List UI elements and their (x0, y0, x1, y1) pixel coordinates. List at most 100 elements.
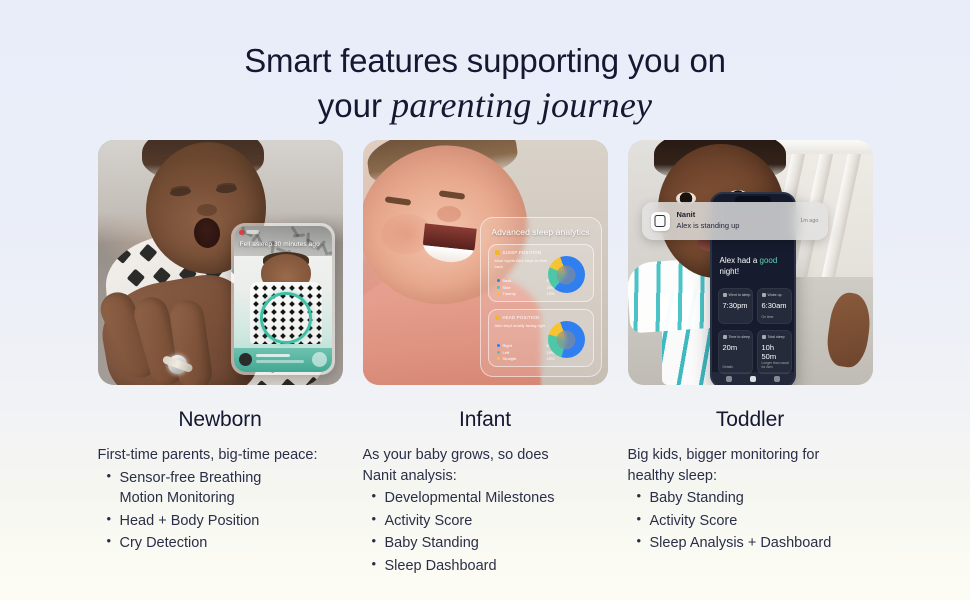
sleep-position-header: SLEEP POSITION (494, 250, 587, 255)
sleep-position-donut-chart (547, 256, 585, 293)
list-item: Activity Score (363, 510, 608, 532)
notification-body: Nanit Alex is standing up (677, 210, 740, 232)
list-item-label: Sleep Analysis + Dashboard (649, 535, 832, 552)
tile-value: 7:30pm (722, 301, 748, 310)
column-infant: Advanced sleep analytics SLEEP POSITION … (362, 140, 608, 577)
notification-app-name: Nanit (676, 210, 696, 220)
legend-swatch (496, 279, 500, 282)
column-newborn: Fell asleep 30 minutes ago Newborn First… (97, 140, 343, 576)
phone-footer-bar (233, 348, 332, 372)
sleep-analytics-panel[interactable]: Advanced sleep analytics SLEEP POSITION … (479, 217, 602, 377)
newborn-phone-overlay[interactable]: Fell asleep 30 minutes ago (230, 223, 335, 375)
column-intro-line-2: healthy sleep: (627, 467, 717, 484)
sleep-position-card[interactable]: SLEEP POSITION Most nights Alex slept on… (487, 244, 594, 302)
recording-dot-icon (238, 230, 244, 235)
list-item: Cry Detection (98, 532, 343, 554)
footer-action-button[interactable] (311, 352, 327, 367)
dashboard-tile-woke-up[interactable]: Woke up 6:30am On time (756, 288, 792, 324)
column-intro-line-1: As your baby grows, so does (362, 447, 549, 463)
feature-list-toddler: Baby Standing Activity Score Sleep Analy… (628, 487, 873, 554)
sleep-position-desc: Most nights Alex slept on their back (494, 258, 548, 269)
tile-label: Went to sleep (728, 293, 751, 297)
column-intro-line-1: Big kids, bigger monitoring for (627, 447, 820, 463)
breathing-motion-circle-icon (259, 292, 312, 344)
dashboard-tile-went-to-sleep[interactable]: Went to sleep 7:30pm (717, 288, 753, 324)
avatar (238, 353, 252, 366)
moon-icon (722, 293, 727, 297)
tab-settings-icon[interactable] (773, 376, 780, 382)
headline-line-2: your parenting journey (0, 82, 970, 128)
tile-value: 6:30am (761, 301, 787, 310)
tab-home-icon[interactable] (725, 376, 732, 382)
legend-label: Left (502, 349, 510, 355)
tile-sub: Longer than usual for Alex (761, 361, 789, 369)
legend-swatch (496, 285, 500, 289)
head-position-donut-chart (547, 321, 585, 358)
promo-page: Smart features supporting you on your pa… (0, 0, 970, 600)
head-position-label: HEAD POSITION (502, 315, 540, 320)
headline-line-1: Smart features supporting you on (244, 42, 726, 79)
nanit-app-icon (650, 211, 670, 231)
list-item-label: Head + Body Position (119, 512, 260, 529)
footer-text-line (255, 360, 304, 363)
card-image-newborn: Fell asleep 30 minutes ago (97, 140, 343, 385)
sleep-position-icon (494, 250, 500, 255)
tile-sub[interactable]: Details (723, 365, 733, 369)
dashboard-title-part2: night! (719, 266, 740, 276)
list-item: Activity Score (628, 510, 873, 532)
push-notification[interactable]: Nanit Alex is standing up 1m ago (641, 202, 828, 240)
sleep-position-legend: Back 67% Side 20% Tummy 13 (496, 277, 555, 296)
tile-label: Total sleep (767, 335, 785, 339)
tab-sleep-icon[interactable] (749, 376, 756, 382)
list-item: Baby Standing (628, 487, 873, 509)
head-position-card[interactable]: HEAD POSITION Alex slept mostly facing r… (487, 309, 594, 367)
legend-row: Straight 15% (496, 356, 555, 361)
bed-icon (761, 335, 766, 339)
column-toddler: Alex had a good night! Went to sleep 7:3… (627, 140, 873, 576)
legend-swatch (496, 357, 500, 360)
head-position-header: HEAD POSITION (494, 315, 587, 320)
legend-row: Right 60% (496, 343, 555, 348)
dashboard-tile-total-sleep[interactable]: Total sleep 10h 50m Longer than usual fo… (756, 330, 792, 374)
sleep-position-label: SLEEP POSITION (502, 250, 542, 255)
feature-list-newborn: Sensor-free Breathing Motion Monitoring … (98, 467, 343, 554)
status-pill (245, 230, 259, 234)
sleep-status-text: Fell asleep 30 minutes ago (239, 241, 320, 248)
legend-label: Back (502, 278, 512, 283)
legend-value: 15% (546, 356, 555, 361)
list-item-label: Sensor-free Breathing (119, 469, 262, 486)
phone-tab-bar[interactable] (711, 372, 794, 385)
column-title-infant: Infant (459, 408, 511, 431)
legend-row: Tummy 13% (496, 291, 555, 296)
column-title-newborn: Newborn (178, 408, 262, 431)
column-intro-toddler: Big kids, bigger monitoring for healthy … (628, 445, 873, 486)
headline-italic: parenting journey (391, 85, 653, 126)
list-item: Baby Standing (363, 532, 608, 554)
tile-value: 20m (722, 343, 738, 352)
infant-nose (436, 206, 461, 222)
dashboard-tile-time-to-sleep[interactable]: Time to sleep 20m Details (717, 330, 753, 374)
legend-label: Straight (502, 356, 517, 361)
head-position-desc: Alex slept mostly facing right (494, 323, 546, 328)
list-item-label: Activity Score (649, 512, 738, 529)
list-item-label: Activity Score (384, 512, 473, 529)
list-item-label: Sleep Dashboard (384, 557, 497, 574)
tile-value: 10h 50m (761, 343, 777, 361)
list-item-label: Baby Standing (384, 535, 479, 552)
column-intro-infant: As your baby grows, so does Nanit analys… (363, 445, 608, 486)
list-item: Sleep Dashboard (363, 555, 608, 577)
legend-row: Back 67% (496, 278, 555, 283)
notification-message: Alex is standing up (676, 221, 740, 230)
legend-label: Tummy (502, 291, 516, 296)
legend-value: 13% (546, 291, 555, 296)
legend-label: Right (502, 343, 512, 348)
column-intro-line-2: Nanit analysis: (362, 467, 457, 484)
newborn-phone-screen: Fell asleep 30 minutes ago (233, 226, 332, 372)
tile-label: Woke up (767, 293, 782, 297)
list-item: Head + Body Position (98, 510, 343, 532)
sleep-dashboard-title: Alex had a good night! (720, 256, 790, 278)
sun-icon (761, 293, 766, 297)
newborn-nose (196, 204, 217, 216)
legend-swatch (496, 350, 500, 354)
column-title-toddler: Toddler (715, 408, 785, 431)
